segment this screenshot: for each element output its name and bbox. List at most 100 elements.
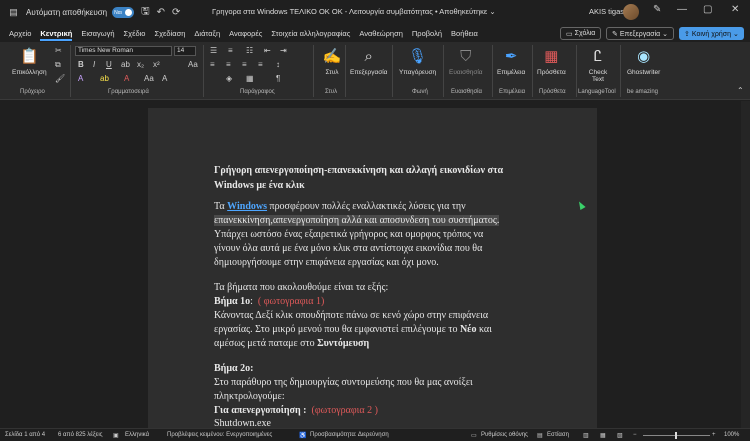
menu-insert[interactable]: Εισαγωγή	[81, 29, 114, 38]
decrease-indent-icon[interactable]: ⇤	[264, 46, 271, 55]
highlight-icon[interactable]: ab	[100, 74, 109, 83]
save-icon[interactable]: 🖫	[141, 4, 150, 21]
status-accessibility[interactable]: Προσβασιμότητα: Διερεύνηση	[310, 432, 389, 438]
bullets-icon[interactable]: ☰	[210, 46, 217, 55]
vertical-scrollbar[interactable]	[741, 101, 750, 428]
copy-icon[interactable]: ⧉	[55, 60, 61, 70]
doc-heading-line2[interactable]: Windows με ένα κλικ	[214, 180, 305, 191]
proofing-icon[interactable]: ▣	[113, 432, 119, 439]
doc-step1-line3[interactable]: αμέσως μετά παταμε στο Συντόμευση	[214, 338, 369, 349]
styles-button[interactable]: ✍ Στυλ	[322, 46, 342, 76]
justify-icon[interactable]: ≡	[258, 60, 263, 69]
numbering-icon[interactable]: ≡	[228, 46, 233, 55]
editing-ribbon-button[interactable]: ⌕ Επεξεργασία	[350, 46, 387, 77]
comments-button[interactable]: ▭ Σχόλια	[560, 27, 602, 40]
menu-file[interactable]: Αρχείο	[9, 29, 31, 38]
align-center-icon[interactable]: ≡	[226, 60, 231, 69]
redo-icon[interactable]: ⟳	[172, 7, 180, 18]
multilevel-icon[interactable]: ☷	[246, 46, 253, 55]
paste-button[interactable]: 📋 Επικόλληση	[12, 46, 47, 76]
menu-layout[interactable]: Διάταξη	[194, 29, 220, 38]
format-painter-icon[interactable]: 🖌	[55, 74, 65, 83]
addins-button[interactable]: ▦ Πρόσθετα	[537, 46, 566, 76]
menu-review[interactable]: Αναθεώρηση	[359, 29, 403, 38]
status-focus[interactable]: Εστίαση	[547, 432, 569, 438]
status-predictions[interactable]: Προβλέψεις κειμένου: Ενεργοποιημένες	[167, 432, 272, 438]
grow-font-icon[interactable]: Aa	[144, 74, 154, 83]
superscript-icon[interactable]: x²	[153, 60, 160, 69]
line-spacing-icon[interactable]: ↕	[276, 60, 280, 69]
status-page[interactable]: Σελίδα 1 από 4	[5, 432, 45, 438]
doc-heading-line1[interactable]: Γρήγορη απενεργοποίηση-επανεκκίνηση και …	[214, 165, 503, 176]
shading-icon[interactable]: ◈	[226, 74, 232, 83]
sensitivity-button[interactable]: ⛉ Ευαισθησία	[449, 46, 483, 77]
avatar[interactable]	[623, 4, 639, 20]
focus-icon[interactable]: ▤	[537, 432, 543, 439]
status-words[interactable]: 6 από 825 λέξεις	[58, 432, 103, 438]
doc-shutdown-title[interactable]: Για απενεργοποίηση : (φωτογραφια 2 )	[214, 405, 378, 416]
doc-para1-line4[interactable]: γίνουν όλα αυτά με ένα μόνο κλικ στα αντ…	[214, 243, 482, 254]
font-name-field[interactable]: Times New Roman	[75, 46, 172, 56]
doc-step2-line2[interactable]: πληκτρολογούμε:	[214, 391, 285, 402]
dictate-button[interactable]: 🎙 Υπαγόρευση	[399, 46, 436, 76]
print-layout-icon[interactable]: ▦	[600, 432, 606, 439]
editor-button[interactable]: ✒ Επιμέλεια	[497, 46, 525, 76]
menu-home[interactable]: Κεντρική	[40, 29, 72, 41]
doc-para1-line1[interactable]: Τα Windows προσφέρουν πολλές εναλλακτικέ…	[214, 201, 466, 212]
font-color-icon[interactable]: A	[124, 74, 129, 83]
read-mode-icon[interactable]: ▥	[583, 432, 589, 439]
windows-link[interactable]: Windows	[227, 201, 267, 212]
zoom-slider-thumb[interactable]	[675, 432, 677, 439]
menu-help[interactable]: Βοήθεια	[451, 29, 478, 38]
doc-step2-line1[interactable]: Στο παράθυρο της δημιουργίας συντομεύσης…	[214, 377, 473, 388]
menu-design[interactable]: Σχεδίαση	[154, 29, 185, 38]
doc-para1-line3[interactable]: Υπάρχει ωστόσο ένας εξαιρετικά γρήγορος …	[214, 229, 483, 240]
menu-draw[interactable]: Σχέδιο	[124, 29, 146, 38]
clear-format-icon[interactable]: A	[162, 74, 167, 83]
font-case-icon[interactable]: Aa	[188, 60, 198, 69]
borders-icon[interactable]: ▦	[246, 74, 254, 83]
accessibility-icon[interactable]: ♿	[299, 432, 306, 439]
check-text-button[interactable]: Ꮭ Check Text	[585, 46, 611, 84]
align-right-icon[interactable]: ≡	[242, 60, 247, 69]
doc-para1-line5[interactable]: δημιουργήσουμε στην επιφάνεια εργασίας κ…	[214, 257, 439, 268]
doc-para1-line2[interactable]: επανεκκίνηση,απενεργοποίηση αλλά και απο…	[214, 215, 500, 226]
web-layout-icon[interactable]: ▧	[617, 432, 623, 439]
zoom-in-icon[interactable]: +	[712, 432, 716, 438]
increase-indent-icon[interactable]: ⇥	[280, 46, 287, 55]
menu-mailings[interactable]: Στοιχεία αλληλογραφίας	[271, 29, 350, 38]
pen-icon[interactable]: ✎	[653, 4, 661, 15]
underline-icon[interactable]: U	[106, 60, 112, 69]
close-icon[interactable]: ✕	[731, 4, 739, 15]
maximize-icon[interactable]: ▢	[703, 4, 712, 15]
autosave-toggle[interactable]: Ναι	[112, 7, 135, 18]
align-left-icon[interactable]: ≡	[210, 60, 215, 69]
strikethrough-icon[interactable]: ab	[121, 60, 130, 69]
pilcrow-icon[interactable]: ¶	[276, 74, 280, 83]
bold-icon[interactable]: B	[78, 60, 84, 69]
status-zoom[interactable]: 100%	[724, 432, 739, 438]
menu-references[interactable]: Αναφορές	[229, 29, 262, 38]
menu-view[interactable]: Προβολή	[412, 29, 442, 38]
share-button[interactable]: ⇪ Κοινή χρήση ⌄	[679, 27, 744, 40]
display-settings-icon[interactable]: ▭	[471, 432, 477, 439]
status-language[interactable]: Ελληνικά	[125, 432, 149, 438]
undo-icon[interactable]: ↶	[157, 7, 165, 18]
user-name[interactable]: AKIS tigas	[589, 7, 624, 16]
doc-step2-title[interactable]: Βήμα 2ο:	[214, 363, 253, 374]
zoom-out-icon[interactable]: −	[633, 432, 637, 438]
doc-step1-line1[interactable]: Κάνοντας Δεξί κλικ οπουδήποτε πάνω σε κε…	[214, 310, 488, 321]
font-size-field[interactable]: 14	[174, 46, 196, 56]
editing-button[interactable]: ✎ Επεξεργασία ⌄	[606, 27, 675, 40]
ghostwriter-button[interactable]: ◉ Ghostwriter	[627, 46, 660, 76]
doc-step1-title[interactable]: Βήμα 1ο: ( φωτογραφια 1)	[214, 296, 324, 307]
doc-step1-line2[interactable]: εργασίας. Στο μικρό μενού που θα εμφανισ…	[214, 324, 492, 335]
status-display[interactable]: Ρυθμίσεις οθόνης	[481, 432, 528, 438]
minimize-icon[interactable]: —	[677, 4, 687, 15]
collapse-ribbon-icon[interactable]: ⌃	[737, 86, 744, 95]
doc-steps-intro[interactable]: Τα βήματα που ακολουθούμε είναι τα εξής:	[214, 282, 388, 293]
italic-icon[interactable]: I	[93, 60, 95, 69]
subscript-icon[interactable]: x₂	[137, 60, 144, 69]
text-effects-icon[interactable]: A	[78, 74, 83, 83]
document-title[interactable]: Γρηγορα στα Windows ΤΕΛΙΚΟ ΟΚ ΟΚ - Λειτο…	[212, 7, 496, 16]
